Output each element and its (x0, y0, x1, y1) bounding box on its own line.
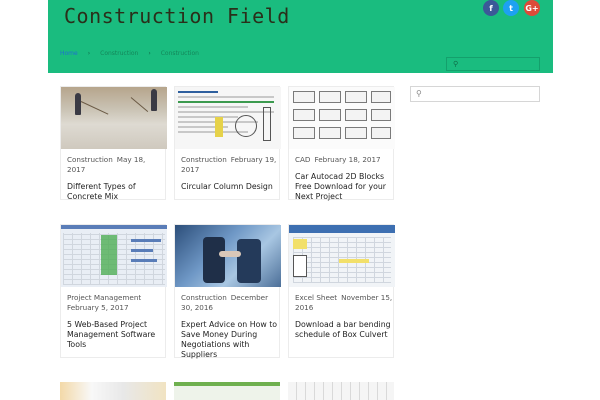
search-icon[interactable]: ⚲ (416, 89, 422, 98)
nav-item-construction-current[interactable]: Construction (161, 50, 199, 57)
post-category[interactable]: Construction (181, 293, 227, 302)
google-plus-icon[interactable]: G+ (524, 0, 540, 16)
post-card[interactable]: CAD February 18, 2017 Car Autocad 2D Bloc… (288, 86, 395, 202)
post-card[interactable]: Construction February 19, 2017 Circular C… (174, 86, 281, 200)
post-date[interactable]: February 18, 2017 (314, 155, 380, 164)
header-search-input[interactable]: ⚲ (446, 57, 540, 71)
post-title[interactable]: Expert Advice on How to Save Money Durin… (181, 320, 279, 360)
search-icon[interactable]: ⚲ (453, 60, 458, 68)
breadcrumb-separator: › (148, 49, 151, 57)
post-thumbnail-partial[interactable] (288, 382, 394, 400)
breadcrumb: Home › Construction › Construction (60, 47, 199, 59)
post-thumbnail-cad-blocks[interactable] (289, 87, 395, 149)
post-category[interactable]: Construction (67, 155, 113, 164)
facebook-icon[interactable]: f (483, 0, 499, 16)
post-card[interactable]: Excel Sheet November 15, 2016 Download a … (288, 224, 395, 358)
post-thumbnail-partial[interactable] (174, 382, 280, 400)
post-category[interactable]: Construction (181, 155, 227, 164)
post-card[interactable]: Construction December 30, 2016 Expert Adv… (174, 224, 281, 360)
post-title[interactable]: Different Types of Concrete Mix (67, 182, 165, 202)
post-title[interactable]: Download a bar bending schedule of Box C… (295, 320, 393, 340)
nav-item-construction[interactable]: Construction (100, 50, 138, 57)
post-thumbnail-project-software[interactable] (61, 225, 167, 287)
twitter-icon[interactable]: t (503, 0, 519, 16)
post-meta: CAD February 18, 2017 (295, 155, 393, 165)
post-meta: Construction February 19, 2017 (181, 155, 279, 175)
post-category[interactable]: Excel Sheet (295, 293, 337, 302)
post-thumbnail-concrete[interactable] (61, 87, 167, 149)
breadcrumb-separator: › (87, 49, 91, 57)
post-category[interactable]: Project Management (67, 293, 141, 302)
site-header: Construction Field f t G+ Home › Constru… (48, 0, 553, 73)
nav-item-home[interactable]: Home (60, 50, 78, 57)
site-title[interactable]: Construction Field (64, 4, 290, 28)
post-meta: Construction May 18, 2017 (67, 155, 165, 175)
post-title[interactable]: Car Autocad 2D Blocks Free Download for … (295, 172, 393, 202)
post-card[interactable]: Construction May 18, 2017 Different Types… (60, 86, 167, 202)
post-thumbnail-partial[interactable] (60, 382, 166, 400)
post-thumbnail-handshake[interactable] (175, 225, 281, 287)
post-meta: Excel Sheet November 15, 2016 (295, 293, 393, 313)
post-title[interactable]: 5 Web-Based Project Management Software … (67, 320, 165, 350)
post-date[interactable]: February 5, 2017 (67, 303, 129, 312)
post-thumbnail-spreadsheet[interactable] (175, 87, 281, 149)
post-meta: Project ManagementFebruary 5, 2017 (67, 293, 165, 313)
post-thumbnail-bar-bending-schedule[interactable] (289, 225, 395, 287)
sidebar-search-input[interactable]: ⚲ (410, 86, 540, 102)
post-card[interactable]: Project ManagementFebruary 5, 2017 5 Web… (60, 224, 167, 358)
post-meta: Construction December 30, 2016 (181, 293, 279, 313)
post-title[interactable]: Circular Column Design (181, 182, 279, 192)
post-category[interactable]: CAD (295, 155, 310, 164)
